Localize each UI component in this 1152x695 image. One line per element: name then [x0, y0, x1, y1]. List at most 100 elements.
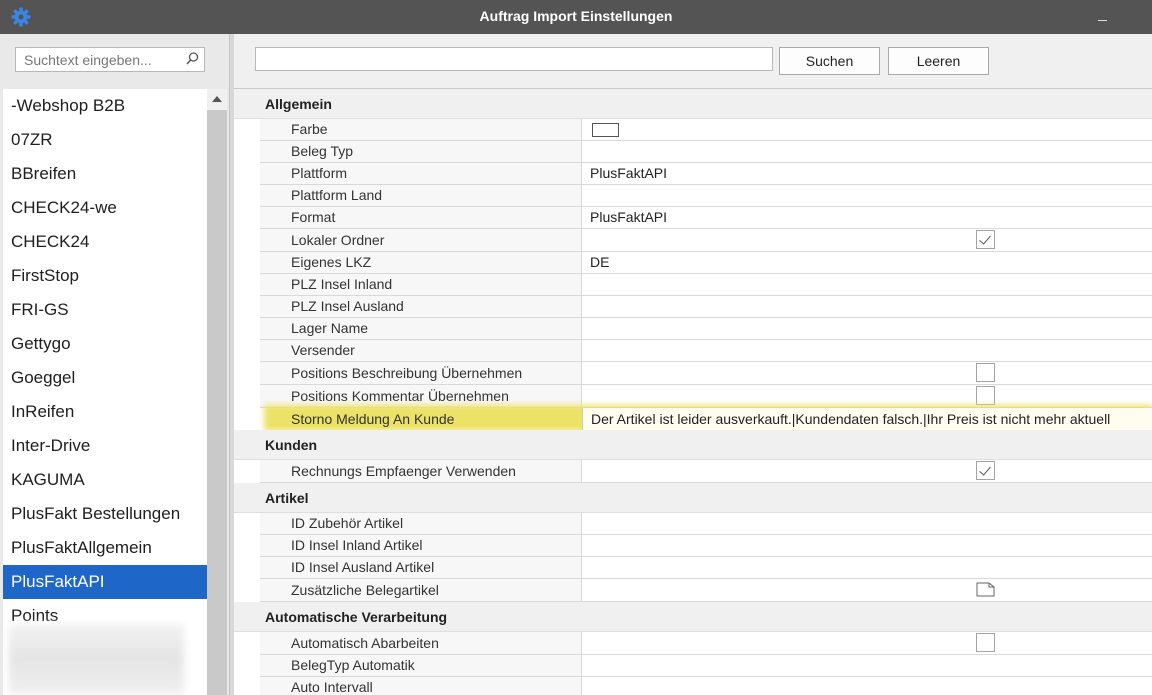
window-title: Auftrag Import Einstellungen [479, 8, 673, 24]
list-item[interactable]: CHECK24-we [3, 191, 207, 225]
property-value [582, 362, 1152, 384]
property-value[interactable] [582, 535, 1152, 556]
property-label: Positions Kommentar Übernehmen [260, 385, 582, 407]
property-row-rechnungs-empfaenger[interactable]: Rechnungs Empfaenger Verwenden [260, 460, 1152, 483]
property-row-eigenes-lkz[interactable]: Eigenes LKZ DE [260, 252, 1152, 274]
property-row-auto-intervall[interactable]: Auto Intervall [260, 677, 1152, 695]
property-value[interactable] [582, 296, 1152, 317]
property-value[interactable] [582, 185, 1152, 206]
list-item[interactable]: Goeggel [3, 361, 207, 395]
property-label: Auto Intervall [260, 677, 582, 695]
property-value [582, 385, 1152, 407]
property-label: Lager Name [260, 318, 582, 339]
list-item[interactable]: BBreifen [3, 157, 207, 191]
list-item-selected[interactable]: PlusFaktAPI [3, 565, 207, 599]
property-value[interactable] [582, 274, 1152, 295]
redacted-area [9, 624, 184, 694]
section-title: Allgemein [265, 96, 332, 112]
property-row-beleg-typ[interactable]: Beleg Typ [260, 141, 1152, 163]
color-swatch[interactable] [592, 123, 619, 137]
property-label: Versender [260, 340, 582, 361]
property-value[interactable]: PlusFaktAPI [582, 207, 1152, 228]
property-value[interactable] [582, 141, 1152, 162]
property-label: ID Zubehör Artikel [260, 513, 582, 534]
section-allgemein[interactable]: Allgemein [234, 89, 1152, 119]
list-item[interactable]: CHECK24 [3, 225, 207, 259]
property-row-versender[interactable]: Versender [260, 340, 1152, 362]
property-row-storno-meldung[interactable]: Storno Meldung An Kunde Der Artikel ist … [260, 408, 1152, 430]
list-item[interactable]: Inter-Drive [3, 429, 207, 463]
clear-button[interactable]: Leeren [888, 47, 989, 75]
search-button[interactable]: Suchen [779, 47, 880, 75]
minimize-button[interactable] [1092, 4, 1116, 28]
property-value[interactable] [582, 677, 1152, 695]
property-value[interactable]: Der Artikel ist leider ausverkauft.|Kund… [582, 408, 1152, 430]
property-row-farbe[interactable]: Farbe [260, 119, 1152, 141]
property-value[interactable] [582, 655, 1152, 676]
property-value[interactable]: PlusFaktAPI [582, 163, 1152, 184]
list-item[interactable]: Gettygo [3, 327, 207, 361]
property-label: Automatisch Abarbeiten [260, 632, 582, 654]
property-label: Plattform Land [260, 185, 582, 206]
property-label: ID Insel Ausland Artikel [260, 557, 582, 578]
checkbox[interactable] [976, 633, 995, 652]
property-value[interactable] [582, 340, 1152, 361]
section-kunden[interactable]: Kunden [234, 430, 1152, 460]
property-row-lokaler-ordner[interactable]: Lokaler Ordner [260, 229, 1152, 252]
property-label: Storno Meldung An Kunde [291, 411, 455, 427]
list-item[interactable]: FirstStop [3, 259, 207, 293]
property-row-format[interactable]: Format PlusFaktAPI [260, 207, 1152, 229]
property-label: PLZ Insel Inland [260, 274, 582, 295]
list-item[interactable]: FRI-GS [3, 293, 207, 327]
list-item[interactable]: 07ZR [3, 123, 207, 157]
list-item[interactable]: KAGUMA [3, 463, 207, 497]
property-label: Positions Beschreibung Übernehmen [260, 362, 582, 384]
section-title: Automatische Verarbeitung [265, 609, 448, 625]
section-automatik[interactable]: Automatische Verarbeitung [234, 602, 1152, 632]
property-row-plz-insel-inland[interactable]: PLZ Insel Inland [260, 274, 1152, 296]
profile-search-box [15, 47, 205, 72]
settings-filter-input[interactable] [255, 47, 773, 71]
list-scrollbar[interactable] [207, 89, 227, 695]
property-label: Plattform [260, 163, 582, 184]
property-row-id-insel-ausland[interactable]: ID Insel Ausland Artikel [260, 557, 1152, 579]
property-value [582, 579, 1152, 601]
property-label: BelegTyp Automatik [260, 655, 582, 676]
property-row-automatisch-abarbeiten[interactable]: Automatisch Abarbeiten [260, 632, 1152, 655]
property-row-lager-name[interactable]: Lager Name [260, 318, 1152, 340]
document-icon[interactable] [976, 582, 995, 597]
property-value[interactable] [582, 119, 1152, 140]
section-title: Kunden [265, 437, 318, 453]
property-row-plattform-land[interactable]: Plattform Land [260, 185, 1152, 207]
checkbox[interactable] [976, 461, 995, 480]
property-value[interactable]: DE [582, 252, 1152, 273]
scrollbar-thumb[interactable] [207, 110, 227, 695]
settings-panel: Suchen Leeren Allgemein Farbe Beleg Typ … [234, 34, 1152, 695]
search-icon[interactable] [183, 50, 201, 68]
property-label: Eigenes LKZ [260, 252, 582, 273]
property-value [582, 229, 1152, 251]
property-grid: Allgemein Farbe Beleg Typ Plattform Plus… [234, 89, 1152, 695]
list-item[interactable]: -Webshop B2B [3, 89, 207, 123]
property-row-id-insel-inland[interactable]: ID Insel Inland Artikel [260, 535, 1152, 557]
property-row-positions-beschreibung[interactable]: Positions Beschreibung Übernehmen [260, 362, 1152, 385]
property-value[interactable] [582, 318, 1152, 339]
property-value[interactable] [582, 557, 1152, 578]
property-row-belegtyp-automatik[interactable]: BelegTyp Automatik [260, 655, 1152, 677]
property-row-id-zubehoer[interactable]: ID Zubehör Artikel [260, 513, 1152, 535]
property-row-zusaetzliche-belegartikel[interactable]: Zusätzliche Belegartikel [260, 579, 1152, 602]
property-row-plz-insel-ausland[interactable]: PLZ Insel Ausland [260, 296, 1152, 318]
checkbox[interactable] [976, 363, 995, 382]
property-label: Farbe [260, 119, 582, 140]
list-item[interactable]: InReifen [3, 395, 207, 429]
property-value[interactable] [582, 513, 1152, 534]
checkbox[interactable] [976, 230, 995, 249]
list-item[interactable]: PlusFaktAllgemein [3, 531, 207, 565]
property-value [582, 632, 1152, 654]
scroll-up-icon[interactable] [212, 96, 222, 102]
section-artikel[interactable]: Artikel [234, 483, 1152, 513]
list-item[interactable]: PlusFakt Bestellungen [3, 497, 207, 531]
property-row-plattform[interactable]: Plattform PlusFaktAPI [260, 163, 1152, 185]
checkbox[interactable] [976, 386, 995, 405]
profile-search-input[interactable] [16, 48, 180, 71]
